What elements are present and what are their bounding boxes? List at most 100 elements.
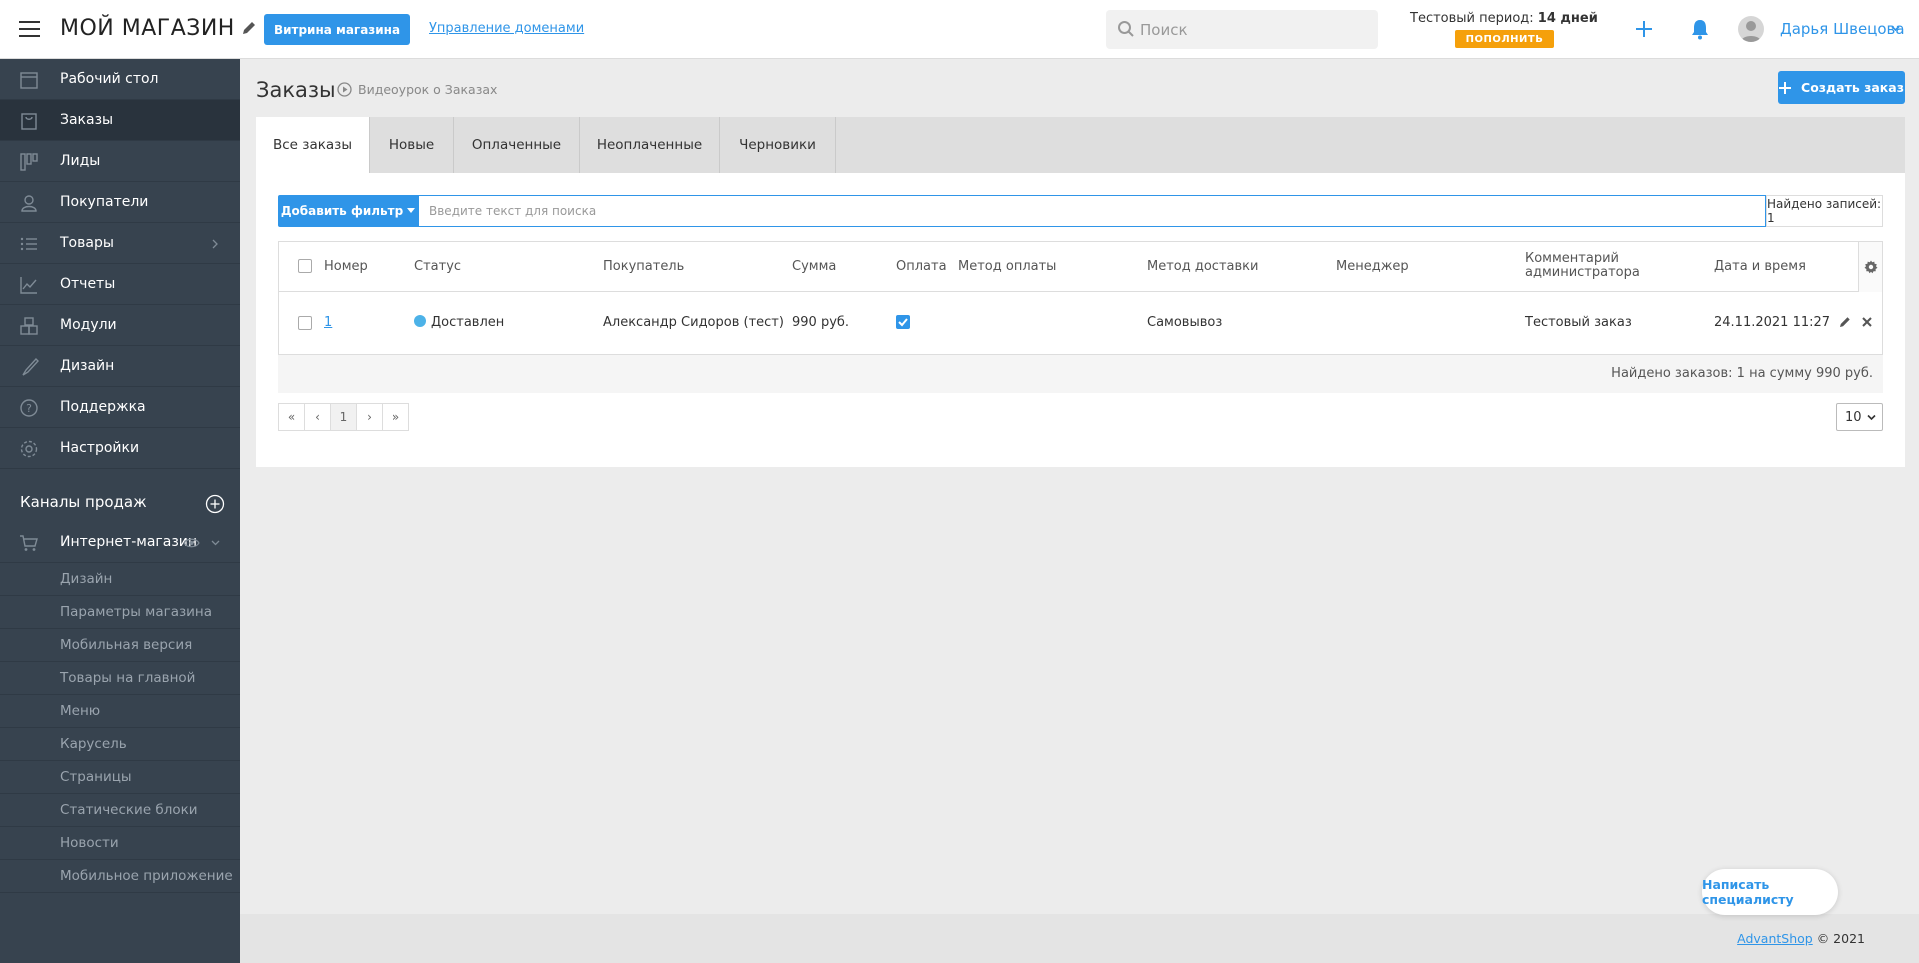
video-tutorial-label: Видеоурок о Заказах [358, 82, 498, 97]
pager-first[interactable]: « [278, 403, 305, 431]
sidebar-item-leads[interactable]: Лиды [0, 141, 240, 182]
trial-days: 14 дней [1537, 11, 1598, 26]
plus-icon [1779, 81, 1792, 94]
sidebar-item-products[interactable]: Товары [0, 223, 240, 264]
create-order-button[interactable]: Создать заказ [1778, 71, 1905, 104]
pager-next[interactable]: › [356, 403, 383, 431]
chevron-down-icon[interactable] [1891, 24, 1900, 33]
help-icon: ? [20, 399, 38, 417]
user-name[interactable]: Дарья Швецова [1780, 20, 1905, 38]
column-header[interactable]: Покупатель [603, 259, 684, 274]
chat-specialist-button[interactable]: Написать специалисту [1702, 869, 1838, 915]
column-header[interactable]: Сумма [792, 259, 836, 274]
column-header[interactable]: Комментарий администратора [1525, 252, 1655, 280]
menu-icon[interactable] [19, 21, 40, 37]
sidebar-item-label: Модули [60, 317, 117, 333]
list-icon [20, 237, 37, 251]
pager-page[interactable]: 1 [330, 403, 357, 431]
page-size-value: 10 [1845, 409, 1862, 425]
cubes-icon [20, 317, 38, 335]
table-row[interactable]: 1 Доставлен Александр Сидоров (тест) 990… [279, 293, 1882, 354]
column-header[interactable]: Оплата [896, 259, 947, 274]
order-status: Доставлен [414, 315, 504, 330]
plus-icon[interactable] [1634, 19, 1654, 39]
sidebar-subitem[interactable]: Карусель [0, 728, 240, 761]
trial-period: Тестовый период: 14 дней [1410, 11, 1610, 26]
pager-prev[interactable]: ‹ [304, 403, 331, 431]
tab-paid[interactable]: Оплаченные [454, 117, 580, 173]
check-icon [898, 318, 908, 327]
storefront-button[interactable]: Витрина магазина [264, 14, 410, 45]
column-header[interactable]: Метод оплаты [958, 259, 1056, 274]
sidebar-item-label: Интернет-магазин [60, 534, 198, 550]
sales-channels-title: Каналы продаж [20, 493, 147, 511]
sidebar-subitem[interactable]: Новости [0, 827, 240, 860]
domains-link[interactable]: Управление доменами [429, 21, 584, 36]
paid-checkbox[interactable] [896, 315, 910, 329]
video-tutorial-link[interactable]: Видеоурок о Заказах [337, 82, 497, 97]
sidebar-subitem[interactable]: Параметры магазина [0, 596, 240, 629]
search-input[interactable] [1140, 10, 1370, 49]
sidebar-item-orders[interactable]: Заказы [0, 100, 240, 141]
sidebar-item-dashboard[interactable]: Рабочий стол [0, 59, 240, 100]
column-header[interactable]: Менеджер [1336, 259, 1409, 274]
bell-icon[interactable] [1690, 18, 1710, 40]
tab-drafts[interactable]: Черновики [720, 117, 836, 173]
tab-unpaid[interactable]: Неоплаченные [580, 117, 720, 173]
order-status-label: Доставлен [431, 315, 505, 330]
brand-link[interactable]: AdvantShop [1737, 931, 1813, 946]
column-header[interactable]: Метод доставки [1147, 259, 1258, 274]
order-customer: Александр Сидоров (тест) [603, 315, 784, 330]
edit-icon[interactable] [1838, 315, 1852, 329]
edit-icon[interactable] [241, 20, 257, 36]
shop-logo[interactable]: МОЙ МАГАЗИН [60, 16, 235, 41]
pager-last[interactable]: » [382, 403, 409, 431]
cart-icon [20, 535, 38, 551]
brush-icon [22, 357, 39, 376]
filter-search-input[interactable] [418, 195, 1766, 227]
tab-new[interactable]: Новые [370, 117, 454, 173]
orders-summary: Найдено заказов: 1 на сумму 990 руб. [278, 355, 1883, 393]
sidebar-subitem[interactable]: Статические блоки [0, 794, 240, 827]
avatar[interactable] [1738, 16, 1764, 42]
add-channel-icon[interactable] [205, 494, 225, 514]
sidebar-item-online-shop[interactable]: Интернет-магазин [0, 523, 240, 563]
bag-icon [21, 113, 37, 130]
sidebar-item-settings[interactable]: Настройки [0, 428, 240, 469]
sidebar-subitem[interactable]: Страницы [0, 761, 240, 794]
sidebar-subitem[interactable]: Меню [0, 695, 240, 728]
sidebar-item-modules[interactable]: Модули [0, 305, 240, 346]
search-icon [1118, 21, 1134, 37]
select-all-checkbox[interactable] [298, 259, 312, 273]
row-checkbox[interactable] [298, 316, 312, 330]
table-settings[interactable] [1858, 242, 1882, 292]
chevron-right-icon [212, 239, 218, 249]
sidebar-item-label: Дизайн [60, 358, 115, 374]
page-size-select[interactable]: 10 [1836, 403, 1883, 431]
sidebar-subitem[interactable]: Мобильная версия [0, 629, 240, 662]
sidebar-item-label: Покупатели [60, 194, 149, 210]
kanban-icon [20, 153, 38, 171]
delete-icon[interactable] [1862, 317, 1872, 327]
sidebar-subitem[interactable]: Мобильное приложение [0, 860, 240, 893]
sidebar-subitem-label: Карусель [60, 736, 127, 752]
chevron-down-icon[interactable] [211, 539, 220, 547]
sidebar-item-reports[interactable]: Отчеты [0, 264, 240, 305]
column-header[interactable]: Статус [414, 259, 461, 274]
sidebar-subitem[interactable]: Дизайн [0, 563, 240, 596]
add-filter-button[interactable]: Добавить фильтр [278, 195, 418, 227]
gear-icon [1864, 260, 1878, 274]
top-bar: МОЙ МАГАЗИН Витрина магазина Управление … [0, 0, 1919, 59]
column-header[interactable]: Дата и время [1714, 259, 1806, 274]
eye-icon[interactable] [183, 537, 200, 549]
table-header: Номер Статус Покупатель Сумма Оплата Мет… [279, 242, 1882, 292]
order-number-link[interactable]: 1 [324, 315, 332, 330]
sidebar-item-support[interactable]: ? Поддержка [0, 387, 240, 428]
column-header[interactable]: Номер [324, 259, 368, 274]
sidebar-item-customers[interactable]: Покупатели [0, 182, 240, 223]
create-order-label: Создать заказ [1801, 80, 1904, 95]
topup-button[interactable]: ПОПОЛНИТЬ [1455, 30, 1554, 48]
tab-all-orders[interactable]: Все заказы [256, 117, 370, 173]
sidebar-subitem[interactable]: Товары на главной [0, 662, 240, 695]
sidebar-item-design[interactable]: Дизайн [0, 346, 240, 387]
